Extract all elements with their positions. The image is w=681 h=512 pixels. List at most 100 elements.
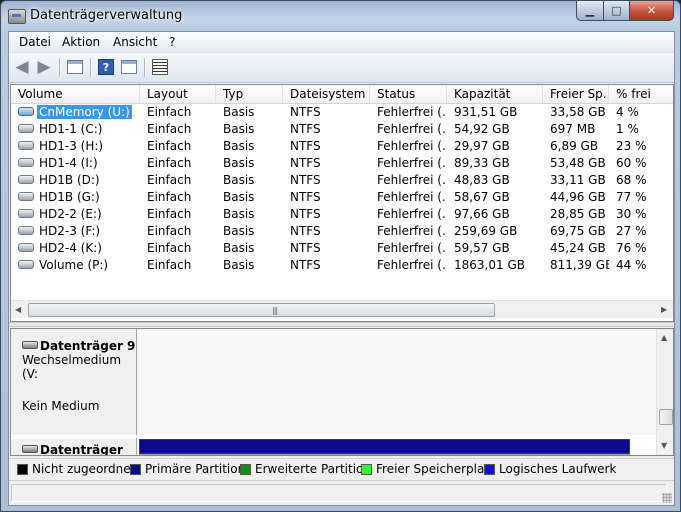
scroll-down-icon[interactable]: ▼ [661,441,667,450]
menu-aktion[interactable]: Aktion [62,35,100,49]
volume-layout: Einfach [147,105,192,119]
volume-name: Volume (P:) [39,258,109,272]
col-freier-speicher[interactable]: Freier Sp... [543,85,609,103]
scrollbar-thumb[interactable] [659,409,673,425]
volume-free: 69,75 GB [550,224,606,238]
drive-icon [18,260,34,269]
volume-typ: Basis [223,190,255,204]
menu-help[interactable]: ? [169,35,175,49]
volume-capacity: 29,97 GB [454,139,510,153]
volume-fs: NTFS [290,190,321,204]
volume-free: 44,96 GB [550,190,606,204]
volume-fs: NTFS [290,241,321,255]
primary-partition-bar[interactable] [139,439,630,454]
table-row[interactable]: HD2-2 (E:) Einfach Basis NTFS Fehlerfrei… [11,206,673,223]
volume-capacity: 1863,01 GB [454,258,525,272]
table-row[interactable]: HD1-3 (H:) Einfach Basis NTFS Fehlerfrei… [11,138,673,155]
forward-arrow-icon: ▶ [37,57,51,77]
client-area: Datei Aktion Ansicht ? ◀ ▶ ? Volume Layo… [8,31,675,506]
disk-type: Wechselmedium (V: [22,353,122,381]
volume-pct-free: 27 % [616,224,647,238]
table-row[interactable]: HD1B (D:) Einfach Basis NTFS Fehlerfrei … [11,172,673,189]
volume-capacity: 54,92 GB [454,122,510,136]
volume-status: Fehlerfrei (... [377,258,447,272]
legend-item: Erweiterte Partition [240,462,371,476]
col-kapazitaet[interactable]: Kapazität [447,85,543,103]
volume-capacity: 48,83 GB [454,173,510,187]
maximize-icon: □ [611,4,622,17]
drive-icon [18,192,34,201]
col-prozent-frei[interactable]: % frei [609,85,673,103]
minimize-button[interactable]: ▁ [576,1,604,21]
volume-status: Fehlerfrei (... [377,122,447,136]
disk-9-label[interactable]: Datenträger 9 Wechselmedium (V: Kein Med… [11,329,137,435]
title-bar[interactable]: Datenträgerverwaltung ▁ □ ✕ [1,1,680,31]
close-button[interactable]: ✕ [630,1,674,21]
maximize-button[interactable]: □ [604,1,630,21]
scrollbar-thumb[interactable]: ||| [28,303,495,317]
volume-typ: Basis [223,122,255,136]
volume-pct-free: 44 % [616,258,647,272]
table-row[interactable]: HD1-4 (I:) Einfach Basis NTFS Fehlerfrei… [11,155,673,172]
pane-splitter[interactable] [9,322,674,327]
resize-grip-icon[interactable] [662,493,672,503]
legend-item: Nicht zugeordnet [17,462,135,476]
properties-button[interactable] [150,58,170,76]
table-row[interactable]: HD2-4 (K:) Einfach Basis NTFS Fehlerfrei… [11,240,673,257]
scroll-left-icon[interactable]: ◀ [15,305,21,314]
volume-pct-free: 68 % [616,173,647,187]
volume-capacity: 58,67 GB [454,190,510,204]
volume-fs: NTFS [290,139,321,153]
help-button[interactable]: ? [96,58,116,76]
volume-pct-free: 30 % [616,207,647,221]
back-arrow-icon: ◀ [15,57,29,77]
status-text-field [11,484,667,502]
disk-media: Kein Medium [22,399,100,413]
forward-button[interactable]: ▶ [34,57,54,77]
volume-typ: Basis [223,241,255,255]
table-row[interactable]: HD2-3 (F:) Einfach Basis NTFS Fehlerfrei… [11,223,673,240]
horizontal-scrollbar[interactable]: ◀ ||| ▶ [11,300,673,318]
toolbar-separator [59,58,61,77]
action-pane-icon [121,60,137,74]
menu-datei[interactable]: Datei [19,35,51,49]
disk-10-label[interactable]: Datenträger 10 Basis [11,437,137,455]
table-row[interactable]: CnMemory (U:) Einfach Basis NTFS Fehlerf… [11,104,673,121]
show-hide-console-tree-button[interactable] [65,58,85,76]
volume-capacity: 89,33 GB [454,156,510,170]
legend-item: Logisches Laufwerk [484,462,616,476]
legend-item: Primäre Partition [130,462,245,476]
table-row[interactable]: HD1-1 (C:) Einfach Basis NTFS Fehlerfrei… [11,121,673,138]
main-window: Datenträgerverwaltung ▁ □ ✕ Datei Aktion… [0,0,681,512]
col-status[interactable]: Status [370,85,447,103]
vertical-scrollbar[interactable]: ▲ ▼ [656,329,673,455]
scroll-right-icon[interactable]: ▶ [661,305,667,314]
col-volume[interactable]: Volume [11,85,140,103]
legend-label: Erweiterte Partition [255,462,371,476]
volume-pct-free: 4 % [616,105,639,119]
volume-capacity: 259,69 GB [454,224,518,238]
volume-rows: CnMemory (U:) Einfach Basis NTFS Fehlerf… [11,104,673,274]
volume-name: HD2-2 (E:) [39,207,102,221]
volume-typ: Basis [223,224,255,238]
drive-icon [18,124,34,133]
partition-block[interactable] [139,454,630,455]
volume-typ: Basis [223,105,255,119]
table-row[interactable]: Volume (P:) Einfach Basis NTFS Fehlerfre… [11,257,673,274]
col-layout[interactable]: Layout [140,85,216,103]
disk-icon [22,340,38,349]
volume-status: Fehlerfrei (... [377,190,447,204]
volume-layout: Einfach [147,139,192,153]
action-pane-button[interactable] [119,58,139,76]
volume-fs: NTFS [290,173,321,187]
volume-name: HD1-1 (C:) [39,122,103,136]
volume-name: HD2-3 (F:) [39,224,101,238]
col-typ[interactable]: Typ [216,85,283,103]
back-button[interactable]: ◀ [12,57,32,77]
col-dateisystem[interactable]: Dateisystem [283,85,370,103]
disk-map: Datenträger 9 Wechselmedium (V: Kein Med… [10,328,674,456]
menu-ansicht[interactable]: Ansicht [113,35,157,49]
volume-list: Volume Layout Typ Dateisystem Status Kap… [10,84,674,322]
scroll-up-icon[interactable]: ▲ [661,333,667,342]
table-row[interactable]: HD1B (G:) Einfach Basis NTFS Fehlerfrei … [11,189,673,206]
